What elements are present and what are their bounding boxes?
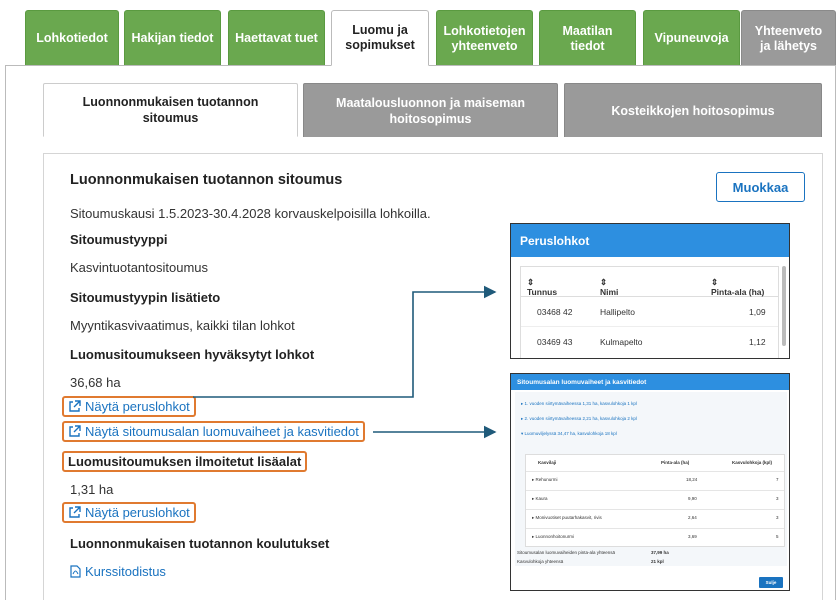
cell-kpl: 7: [776, 477, 779, 482]
crop-table: Kasvilaji Pinta-ala (ha) Kasvulohkoja (k…: [525, 454, 785, 547]
total-area-label: Sitoumusalan luomuvaiheiden pinta-ala yh…: [517, 550, 616, 555]
subtab-luonnonmukainen-sitoumus[interactable]: Luonnonmukaisen tuotannon sitoumus: [43, 83, 298, 137]
cell-kpl: 5: [776, 534, 779, 539]
cell-kpl: 3: [776, 515, 779, 520]
modal-title: Sitoumusalan luomuvaiheet ja kasvitiedot: [511, 374, 789, 390]
row-divider: [526, 471, 784, 472]
cell-ala: 18,24: [686, 477, 698, 482]
tab-luomu-ja-sopimukset[interactable]: Luomu ja sopimukset: [331, 10, 429, 66]
peruslohkot-table: Tunnus ⇕ Nimi ⇕ Pinta-ala (ha) ⇕ 03468 4…: [520, 266, 779, 358]
table-row: ▸ Kaura: [532, 496, 548, 501]
phase-item: ▸ 1. vuoden siirtymävaiheessa 1,31 ha, k…: [521, 401, 637, 406]
total-count-label: Kasvulohkoja yhteensä: [517, 559, 564, 564]
total-area-value: 37,99 ha: [651, 550, 669, 555]
table-row: 03469 43 Kulmapelto 1,12: [521, 327, 778, 357]
cell-ala: 1,12: [749, 337, 766, 347]
cell-ala: 2,64: [688, 515, 697, 520]
col-tunnus: Tunnus ⇕: [527, 277, 558, 297]
modal-title: Peruslohkot: [511, 224, 789, 257]
cell-tunnus: 03469 43: [537, 337, 573, 347]
cell-nimi: Kulmapelto: [600, 337, 643, 347]
arrow-to-peruslohkot: [193, 285, 497, 398]
row-divider: [526, 490, 784, 491]
tab-label: Luomu ja sopimukset: [345, 23, 415, 52]
col-kasvulohkoja: Kasvulohkoja (kpl): [732, 460, 773, 465]
phase-item: ▸ 2. vuoden siirtymävaiheessa 2,21 ha, k…: [521, 416, 637, 421]
close-button[interactable]: Sulje: [759, 577, 783, 588]
row-divider: [526, 528, 784, 529]
cell-ala: 3,69: [688, 534, 697, 539]
row-divider: [526, 509, 784, 510]
scrollbar: [782, 266, 786, 346]
table-row: 03468 42 Hallipelto 1,09: [521, 297, 778, 327]
table-row: ▸ Rehunurmi: [532, 477, 558, 482]
table-header: Tunnus ⇕ Nimi ⇕ Pinta-ala (ha) ⇕: [521, 267, 778, 297]
subtab-label: Luonnonmukaisen tuotannon sitoumus: [82, 95, 259, 125]
table-row: ▸ Monivuotiset puutarhakasvit, rivis: [532, 515, 602, 520]
peruslohkot-modal-preview: Peruslohkot Tunnus ⇕ Nimi ⇕ Pinta-ala (h…: [510, 223, 790, 359]
col-kasvilaji: Kasvilaji: [538, 460, 557, 465]
col-nimi: Nimi ⇕: [600, 277, 619, 297]
total-count-value: 21 kpl: [651, 559, 664, 564]
col-pinta-ala: Pinta-ala (ha): [661, 460, 690, 465]
cell-ala: 1,09: [749, 307, 766, 317]
cell-kpl: 3: [776, 496, 779, 501]
cell-tunnus: 03468 42: [537, 307, 573, 317]
cell-nimi: Hallipelto: [600, 307, 635, 317]
phase-item: ▾ Luomuviljelyssä 34,47 ha, kasvulohkoja…: [521, 431, 617, 436]
col-pinta-ala: Pinta-ala (ha) ⇕: [711, 277, 765, 297]
table-row: ▸ Luonnonhoitonurmi: [532, 534, 575, 539]
cell-ala: 9,90: [688, 496, 697, 501]
luomuvaiheet-modal-preview: Sitoumusalan luomuvaiheet ja kasvitiedot…: [510, 373, 790, 591]
